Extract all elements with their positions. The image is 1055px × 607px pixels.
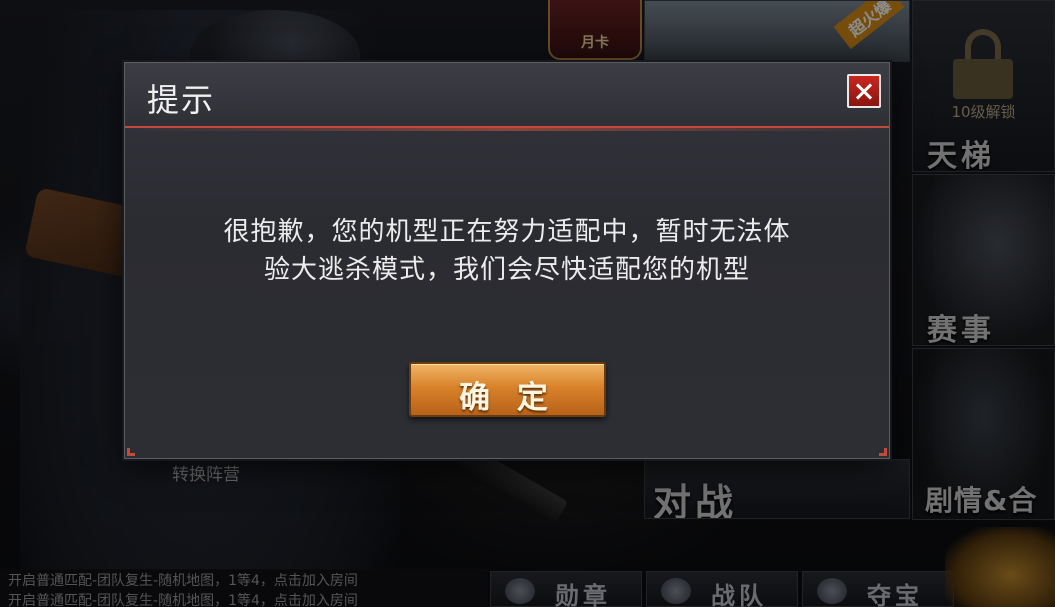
dialog-message: 很抱歉，您的机型正在努力适配中，暂时无法体 验大逃杀模式，我们会尽快适配您的机型 bbox=[165, 213, 849, 289]
close-button[interactable] bbox=[847, 74, 881, 108]
message-line: 很抱歉，您的机型正在努力适配中，暂时无法体 bbox=[223, 217, 791, 247]
confirm-label: 确 定 bbox=[459, 380, 556, 416]
notice-dialog: 提示 很抱歉，您的机型正在努力适配中，暂时无法体 验大逃杀模式，我们会尽快适配您… bbox=[124, 62, 890, 459]
corner-decoration bbox=[879, 448, 887, 456]
dialog-header: 提示 bbox=[125, 63, 889, 131]
corner-decoration bbox=[127, 448, 135, 456]
message-line: 验大逃杀模式，我们会尽快适配您的机型 bbox=[263, 255, 750, 285]
dialog-title: 提示 bbox=[147, 81, 216, 119]
confirm-button[interactable]: 确 定 bbox=[409, 362, 606, 417]
